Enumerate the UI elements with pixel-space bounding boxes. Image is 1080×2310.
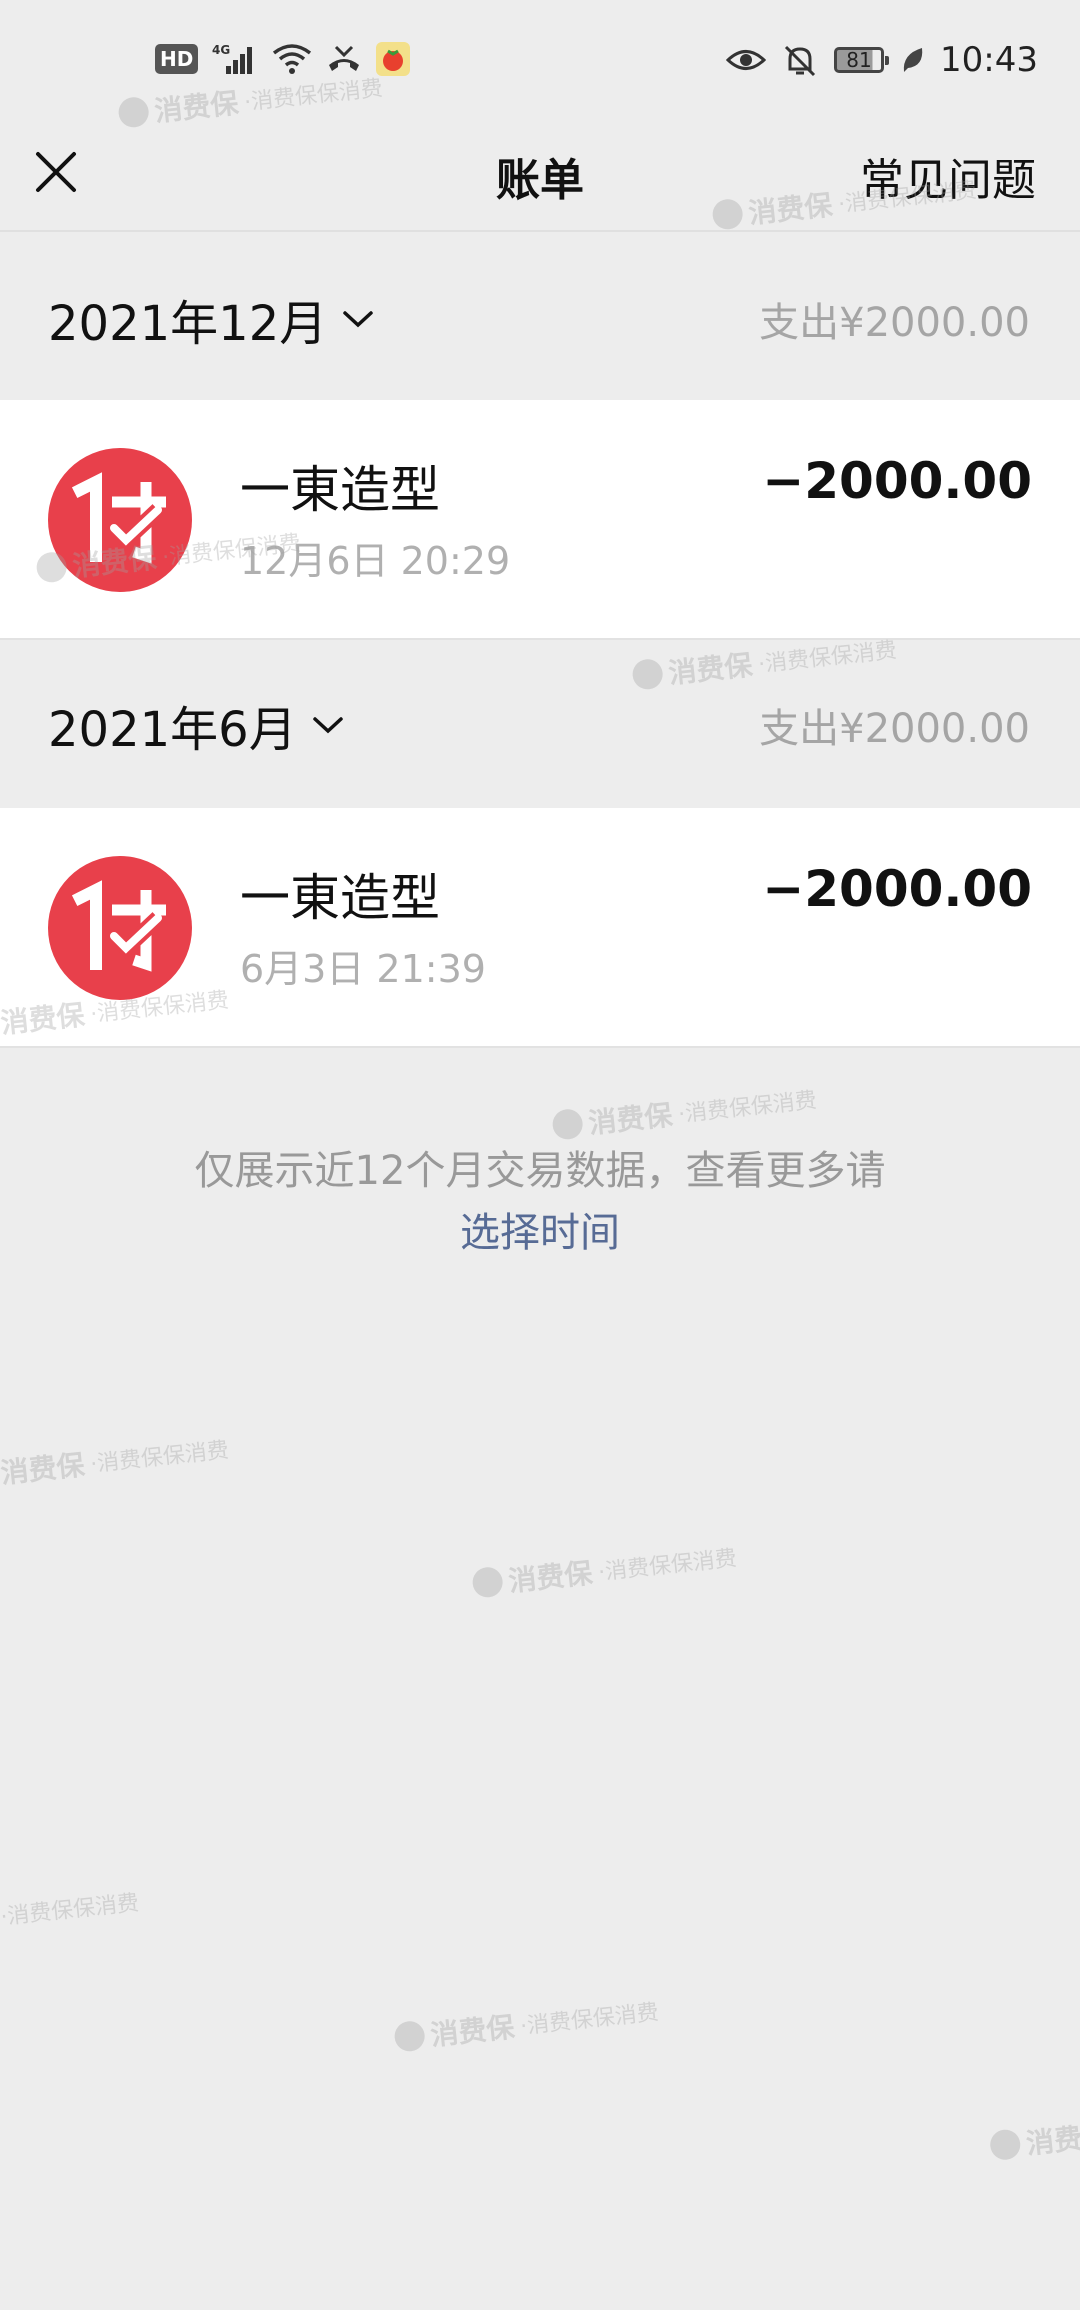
- watermark-tail: ·消费保保消费: [519, 2000, 660, 2040]
- transaction-time: 6月3日 21:39: [240, 947, 486, 991]
- svg-text:4G: 4G: [212, 43, 230, 57]
- month-label: 2021年6月: [48, 702, 297, 758]
- merchant-name: 一東造型: [240, 869, 440, 927]
- watermark: 消费保 ·消费保保消费: [0, 1428, 230, 1492]
- select-time-link[interactable]: 选择时间: [0, 1202, 1080, 1264]
- watermark-main: 消费保: [0, 1448, 87, 1490]
- watermark-main: 消费保: [586, 1098, 674, 1140]
- transaction-time: 12月6日 20:29: [240, 539, 511, 583]
- battery-level: 81: [846, 48, 872, 72]
- merchant-name: 一東造型: [240, 461, 440, 519]
- watermark-logo-icon: [471, 1565, 505, 1599]
- watermark-tail: ·消费保保消费: [597, 1546, 738, 1586]
- footer-note: 仅展示近12个月交易数据，查看更多请 选择时间: [0, 1140, 1080, 1264]
- watermark-main: 消费保: [1024, 2118, 1080, 2161]
- tomato-app-icon: [376, 42, 411, 76]
- watermark-tail: ·消费保保消费: [0, 1890, 141, 1931]
- month-selector[interactable]: 2021年12月: [48, 284, 375, 354]
- status-left-icons: HD 4G: [155, 42, 411, 76]
- clock: 10:43: [940, 40, 1038, 80]
- payment-icon: [48, 856, 192, 1000]
- month-label: 2021年12月: [48, 296, 328, 352]
- mute-bell-icon: [782, 43, 818, 77]
- status-right-icons: 81 10:43: [726, 40, 1038, 80]
- chevron-down-icon: [343, 311, 373, 328]
- watermark-logo-icon: [988, 2128, 1022, 2162]
- month-expense-total: 支出¥2000.00: [759, 300, 1030, 346]
- transaction-row[interactable]: 一東造型 12月6日 20:29 −2000.00: [0, 400, 1080, 640]
- month-header: 2021年6月 支出¥2000.00: [0, 640, 1080, 806]
- watermark-tail: ·消费保保消费: [89, 1438, 230, 1478]
- hd-badge: HD: [155, 44, 199, 74]
- watermark: 消费保 ·消费保保消费: [393, 1990, 661, 2057]
- chevron-down-icon: [312, 717, 343, 734]
- watermark-main: 消费保: [506, 1556, 594, 1598]
- watermark: 消费保 ·消费保保消费: [551, 1078, 819, 1145]
- payment-icon: [48, 448, 192, 592]
- watermark: 消费保 ·消费保保消费: [471, 1536, 739, 1603]
- title-bar: 账单 常见问题: [0, 124, 1080, 232]
- cellular-signal-icon: 4G: [212, 42, 258, 76]
- month-header: 2021年12月 支出¥2000.00: [0, 234, 1080, 400]
- watermark-logo-icon: [551, 1107, 585, 1141]
- watermark-main: 消费保: [428, 2010, 516, 2052]
- watermark: 消费保: [988, 2114, 1080, 2166]
- status-bar: HD 4G 81 10:43: [0, 0, 1080, 124]
- watermark: ·消费保保消费: [0, 1885, 140, 1931]
- transaction-row[interactable]: 一東造型 6月3日 21:39 −2000.00: [0, 808, 1080, 1048]
- transaction-amount: −2000.00: [762, 452, 1032, 510]
- watermark-tail: ·消费保保消费: [677, 1088, 818, 1128]
- month-expense-total: 支出¥2000.00: [759, 706, 1030, 752]
- eye-comfort-icon: [726, 45, 767, 75]
- missed-call-icon: [326, 43, 362, 75]
- battery-icon: 81: [834, 47, 890, 73]
- month-selector[interactable]: 2021年6月: [48, 690, 345, 760]
- transaction-amount: −2000.00: [762, 860, 1032, 918]
- faq-link[interactable]: 常见问题: [860, 144, 1036, 208]
- power-saving-leaf-icon: [900, 46, 924, 74]
- footer-note-text: 仅展示近12个月交易数据，查看更多请: [194, 1148, 886, 1194]
- wifi-icon: [272, 43, 312, 75]
- watermark-logo-icon: [393, 2019, 427, 2053]
